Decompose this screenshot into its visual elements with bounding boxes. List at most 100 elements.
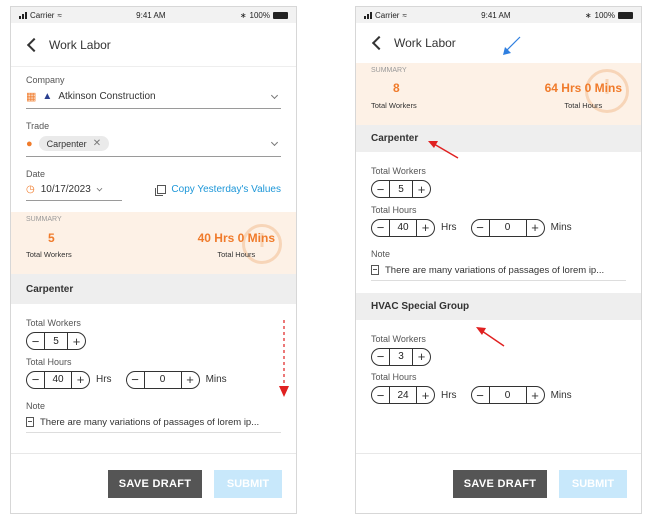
hours-row: Total Hours − 40 + Hrs − 0 + Mins xyxy=(11,357,296,389)
document-icon xyxy=(26,417,34,427)
copy-yesterday-link[interactable]: Copy Yesterday's Values xyxy=(155,184,281,201)
hrs-label: Hrs xyxy=(441,389,457,401)
minus-icon[interactable]: − xyxy=(372,220,389,236)
hours-stepper[interactable]: − 40 + xyxy=(26,370,90,389)
mins-value[interactable]: 0 xyxy=(143,371,182,388)
mins-stepper[interactable]: − 0 + xyxy=(125,370,200,389)
minus-icon[interactable]: − xyxy=(27,372,44,388)
wifi-icon: ≈ xyxy=(57,10,62,20)
minus-icon[interactable]: − xyxy=(472,220,489,236)
signal-icon xyxy=(364,11,372,19)
copy-icon xyxy=(155,185,167,196)
total-hours-label: Total Hours xyxy=(371,372,417,382)
hvac-annotation-arrow xyxy=(476,327,505,347)
note-field[interactable]: Note There are many variations of passag… xyxy=(356,249,641,281)
worker-icon: ● xyxy=(26,137,33,150)
minus-icon[interactable]: − xyxy=(372,387,389,403)
note-field[interactable]: Note There are many variations of passag… xyxy=(11,401,296,433)
chevron-down-icon[interactable] xyxy=(270,91,279,100)
mins-stepper[interactable]: − 0 + xyxy=(470,386,545,404)
minus-icon[interactable]: − xyxy=(372,349,389,365)
summary-workers-value: 8 xyxy=(393,81,400,95)
minus-icon[interactable]: − xyxy=(27,333,44,349)
date-row: Date ◷ 10/17/2023 Copy Yesterday's Value… xyxy=(11,169,296,201)
wifi-icon: ≈ xyxy=(402,10,407,20)
mins-value[interactable]: 0 xyxy=(488,387,527,403)
hours-value[interactable]: 40 xyxy=(44,371,72,388)
save-draft-button[interactable]: SAVE DRAFT xyxy=(453,469,547,498)
summary-hours-value: 64 Hrs 0 Mins xyxy=(544,81,622,95)
note-text: There are many variations of passages of… xyxy=(40,416,260,428)
hours-value[interactable]: 24 xyxy=(389,387,417,403)
mins-value[interactable]: 0 xyxy=(488,219,527,236)
group-title: HVAC Special Group xyxy=(371,300,470,312)
scroll-down-annotation-arrow xyxy=(279,320,289,397)
submit-button[interactable]: SUBMIT xyxy=(214,469,282,498)
building-icon: ▦ xyxy=(26,91,37,103)
workers-value[interactable]: 5 xyxy=(44,333,68,349)
plus-icon[interactable]: + xyxy=(413,181,430,197)
summary-workers-caption: Total Workers xyxy=(26,250,72,259)
back-arrow-icon[interactable] xyxy=(371,35,387,51)
plus-icon[interactable]: + xyxy=(527,387,544,403)
hours-value[interactable]: 40 xyxy=(389,219,417,236)
summary-card: SUMMARY 8 Total Workers 64 Hrs 0 Mins To… xyxy=(356,63,641,125)
plus-icon[interactable]: + xyxy=(413,349,430,365)
total-hours-label: Total Hours xyxy=(371,204,417,215)
date-value: 10/17/2023 xyxy=(40,184,91,195)
signal-icon xyxy=(19,11,27,19)
phone-screen-1: Carrier ≈ 9:41 AM ∗ 100% Work Labor Compan… xyxy=(10,6,297,514)
trade-field[interactable]: Trade ● Carpenter ✕ xyxy=(11,121,296,157)
mins-label: Mins xyxy=(550,222,572,233)
submit-button[interactable]: SUBMIT xyxy=(559,469,627,498)
minus-icon[interactable]: − xyxy=(372,181,389,197)
date-picker[interactable]: ◷ 10/17/2023 xyxy=(26,184,122,201)
mins-label: Mins xyxy=(550,389,572,401)
workers-value[interactable]: 3 xyxy=(389,348,413,365)
plus-icon[interactable]: + xyxy=(182,372,199,388)
mins-label: Mins xyxy=(205,374,227,385)
back-arrow-icon[interactable] xyxy=(26,37,42,52)
hours-stepper[interactable]: − 40 + xyxy=(371,218,435,237)
summary-workers-value: 5 xyxy=(48,231,55,245)
footer-bar: SAVE DRAFT SUBMIT xyxy=(11,453,296,513)
group-header-carpenter: Carpenter xyxy=(11,274,296,304)
summary-title: SUMMARY xyxy=(26,216,62,223)
carrier-label: Carrier xyxy=(30,10,55,20)
company-field[interactable]: Company ▦ ▲ Atkinson Construction xyxy=(11,75,296,109)
workers-value[interactable]: 5 xyxy=(389,181,413,197)
minus-icon[interactable]: − xyxy=(472,387,489,403)
status-bar: Carrier ≈ 9:41 AM ∗ 100% xyxy=(11,7,296,23)
workers-row: Total Workers − 5 + xyxy=(356,166,641,199)
hours-stepper[interactable]: − 24 + xyxy=(371,386,435,404)
group-header-carpenter: Carpenter xyxy=(356,125,641,152)
workers-stepper[interactable]: − 5 + xyxy=(26,332,86,350)
plus-icon[interactable]: + xyxy=(72,372,89,388)
plus-icon[interactable]: + xyxy=(527,220,544,236)
carrier-label: Carrier xyxy=(375,10,400,20)
trade-chip[interactable]: Carpenter ✕ xyxy=(38,136,110,151)
plus-icon[interactable]: + xyxy=(417,220,434,236)
minus-icon[interactable]: − xyxy=(127,372,144,388)
document-icon xyxy=(371,265,379,275)
status-bar: Carrier ≈ 9:41 AM ∗ 100% xyxy=(356,7,641,23)
page-title: Work Labor xyxy=(394,36,456,50)
plus-icon[interactable]: + xyxy=(68,333,85,349)
workers-stepper[interactable]: − 3 + xyxy=(371,347,431,366)
hrs-label: Hrs xyxy=(441,222,457,233)
battery-percent: 100% xyxy=(594,10,615,20)
summary-workers-caption: Total Workers xyxy=(371,101,417,110)
summary-hours-caption: Total Hours xyxy=(217,250,256,259)
save-draft-button[interactable]: SAVE DRAFT xyxy=(108,469,202,498)
chevron-down-icon[interactable] xyxy=(270,138,279,147)
summary-card: SUMMARY 5 Total Workers 40 Hrs 0 Mins To… xyxy=(11,212,296,274)
mins-stepper[interactable]: − 0 + xyxy=(470,218,545,237)
status-time: 9:41 AM xyxy=(136,10,166,20)
plus-icon[interactable]: + xyxy=(417,387,434,403)
bluetooth-icon: ∗ xyxy=(584,10,592,20)
hrs-label: Hrs xyxy=(96,374,112,385)
carpenter-annotation-arrow xyxy=(428,141,459,159)
note-label: Note xyxy=(26,400,46,411)
chip-remove-icon[interactable]: ✕ xyxy=(93,138,101,149)
workers-stepper[interactable]: − 5 + xyxy=(371,180,431,198)
